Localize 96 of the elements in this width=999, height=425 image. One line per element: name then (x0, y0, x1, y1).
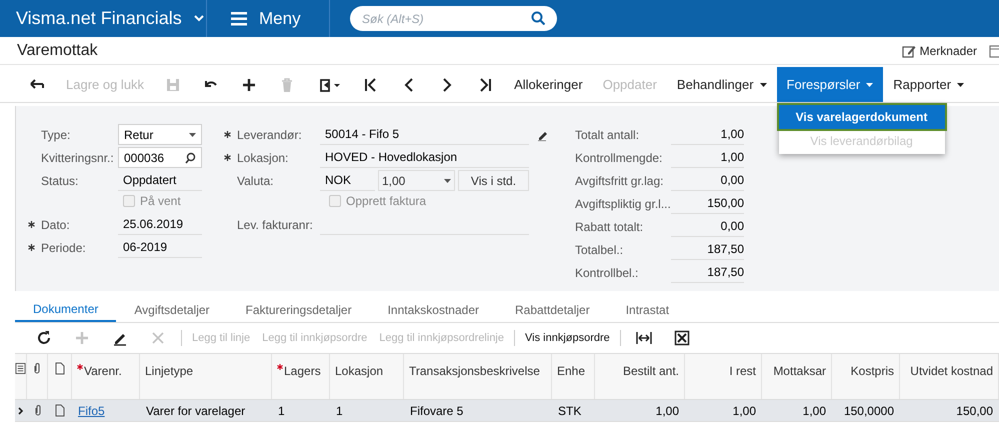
toolbar-button[interactable]: Vis innkjøpsordre (519, 330, 616, 346)
add-icon (74, 330, 90, 346)
save-icon (165, 76, 182, 92)
select-field[interactable]: Retur (118, 124, 202, 145)
field-label: Leverandør: (236, 126, 303, 144)
add-icon (241, 76, 258, 92)
column-header[interactable]: Bestilt ant. (622, 362, 679, 399)
field-label: Lev. fakturanr: (236, 216, 314, 234)
field-label: Totalbel.: (575, 242, 624, 258)
search-icon (185, 152, 196, 164)
column-header[interactable]: Utvidet kostnad (910, 362, 993, 399)
field-label: Totalt antall: (575, 126, 640, 144)
tab[interactable]: Inntakskostnader (370, 298, 497, 322)
field-label: Status: (40, 172, 80, 190)
field-label: Avgiftspliktig gr.l... (575, 196, 671, 212)
text-field[interactable]: HOVED - Hovedlokasjon (320, 147, 529, 168)
menu-button[interactable]: Meny (207, 0, 330, 37)
table-cell-text: 1 (278, 402, 285, 420)
view-button[interactable]: Vis i std. (458, 170, 529, 191)
table-cell-text: 1,00 (802, 402, 826, 420)
menu-button[interactable]: Rapporter (883, 67, 974, 102)
tab[interactable]: Intrastat (608, 298, 688, 322)
tab[interactable]: Faktureringsdetaljer (228, 298, 370, 322)
note-edit-icon (902, 44, 916, 58)
search-field[interactable]: Søk (Alt+S) (350, 6, 557, 31)
field-label: Periode: (40, 240, 87, 256)
field-label: Type: (40, 126, 72, 144)
field-label: Kontrollbel.: (575, 264, 640, 282)
caret-icon (444, 178, 451, 182)
text-field[interactable]: Oppdatert (118, 170, 202, 191)
menu-icon (231, 12, 247, 26)
table-cell-text: 150,0000 (844, 402, 894, 420)
column-header[interactable]: I rest (729, 362, 756, 399)
currency-field[interactable]: NOK (320, 170, 375, 191)
caret-icon (866, 82, 874, 86)
column-header[interactable]: Mottaksar (773, 362, 826, 399)
column-header[interactable]: Varenr. (84, 362, 122, 399)
toolbar-button[interactable]: Allokeringer (504, 67, 593, 102)
fit-columns-icon (636, 330, 652, 346)
caret-icon (760, 82, 767, 86)
menu-button[interactable]: Behandlinger (666, 67, 777, 102)
text-field[interactable]: 25.06.2019 (118, 214, 202, 235)
tab[interactable]: Rabattdetaljer (496, 298, 608, 322)
item-link[interactable]: Fifo5 (78, 402, 105, 420)
field-label: Kontrollmengde: (575, 150, 664, 166)
field-label: Dato: (40, 216, 71, 234)
notes-button[interactable]: Merknader (902, 42, 977, 60)
chevron-down-icon[interactable] (194, 15, 204, 22)
document-icon[interactable] (54, 404, 66, 417)
calendar-icon[interactable] (989, 44, 999, 58)
total-value: 0,00 (671, 216, 744, 237)
text-field[interactable]: 06-2019 (118, 237, 202, 258)
column-header[interactable]: Lagers (284, 362, 321, 399)
total-value: 0,00 (671, 170, 744, 191)
lookup-field[interactable]: 000036 (118, 147, 202, 168)
table-cell-text: 1 (336, 402, 343, 420)
text-field[interactable]: 50014 - Fifo 5 (320, 124, 529, 145)
total-value: 187,50 (671, 239, 744, 260)
table-cell-text: 1,00 (732, 402, 756, 420)
chevron-right-icon (18, 406, 24, 414)
refresh-icon (36, 330, 52, 346)
search-icon[interactable] (531, 11, 545, 25)
caret-icon (957, 82, 964, 86)
table-cell-text: 1,00 (656, 402, 679, 420)
total-value: 187,50 (671, 262, 744, 283)
clipboard-icon (317, 76, 342, 92)
table-row[interactable]: Fifo5 Varer for varelager 1 1 Fifovare 5 STK 1,00 1,00 1,00 150,0000 150,00 (15, 400, 999, 422)
page-title: Varemottak (17, 40, 99, 60)
total-value: 150,00 (671, 193, 744, 214)
field-label: Kvitteringsnr.: (40, 150, 115, 166)
menu-button[interactable]: Forespørsler (776, 67, 884, 102)
table-cell-text: STK (558, 402, 582, 420)
field-label: Lokasjon: (236, 150, 290, 166)
field-label: Rabatt totalt: (575, 218, 644, 236)
excel-export-icon (674, 330, 690, 346)
table-cell-text: 150,00 (956, 402, 993, 420)
table-cell-text: Fifovare 5 (410, 402, 464, 420)
caret-icon (189, 132, 196, 136)
column-header[interactable]: Kostpris (850, 362, 894, 399)
field-label: Avgiftsfritt gr.lag: (575, 172, 664, 190)
field-label: Valuta: (236, 172, 274, 190)
table-cell-text: Varer for varelager (146, 402, 246, 420)
rate-select[interactable]: 1,00 (378, 170, 455, 191)
document-icon (54, 362, 66, 375)
tab[interactable]: Avgiftsdetaljer (116, 298, 228, 322)
menu-item[interactable]: Vis varelagerdokument (778, 105, 945, 129)
list-icon (15, 362, 26, 375)
column-header[interactable]: Transaksjonsbeskrivelse (409, 362, 540, 399)
column-header[interactable]: Linjetype (145, 362, 194, 399)
total-value: 1,00 (671, 124, 744, 145)
column-header[interactable]: Enhe (557, 362, 586, 399)
tab[interactable]: Dokumenter (15, 298, 116, 322)
close-icon (150, 330, 166, 346)
total-value: 1,00 (671, 147, 744, 168)
product-name: Visma.net Financials (16, 7, 182, 30)
column-header[interactable]: Lokasjon (335, 362, 384, 399)
